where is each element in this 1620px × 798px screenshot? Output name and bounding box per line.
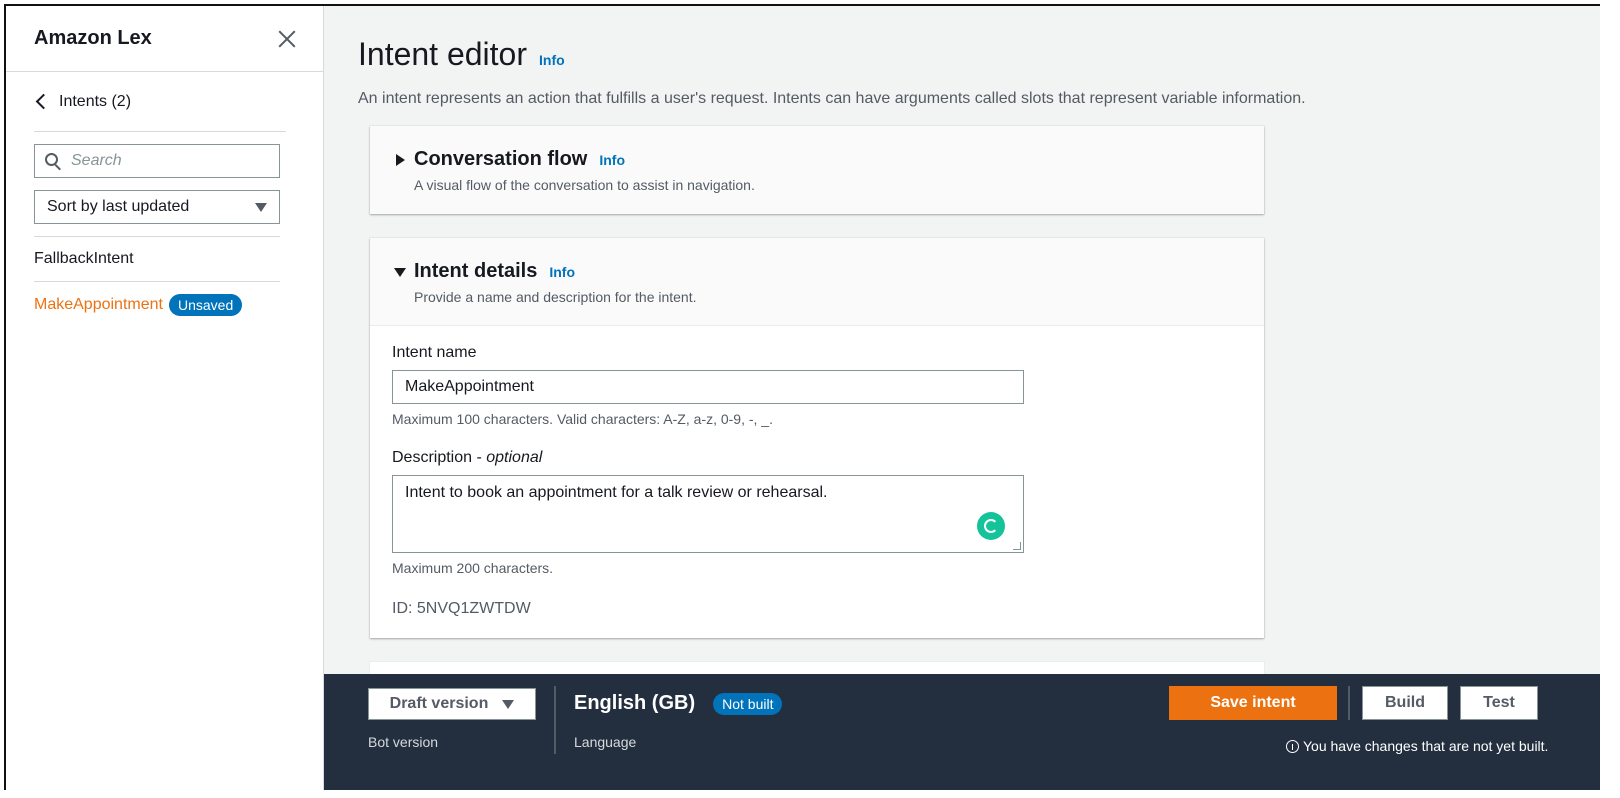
search-icon <box>45 153 61 171</box>
language-caption: Language <box>574 734 637 750</box>
intent-item-label: MakeAppointment <box>34 295 163 313</box>
conversation-flow-title[interactable]: Conversation flow Info <box>414 148 1264 171</box>
resize-handle-icon[interactable] <box>1013 542 1021 550</box>
build-button[interactable]: Build <box>1362 686 1448 720</box>
back-link-label: Intents (2) <box>59 92 132 110</box>
grammarly-icon[interactable] <box>977 512 1005 540</box>
build-status-badge: Not built <box>713 692 783 715</box>
intent-name-input[interactable]: MakeAppointment <box>392 370 1024 404</box>
intent-details-title-text: Intent details <box>414 260 538 282</box>
description-value: Intent to book an appointment for a talk… <box>405 484 828 501</box>
intent-details-subtitle: Provide a name and description for the i… <box>414 289 697 305</box>
back-to-intents-link[interactable]: Intents (2) <box>34 86 286 132</box>
intent-details-body: Intent name MakeAppointment Maximum 100 … <box>370 326 1264 638</box>
intent-item-label: FallbackIntent <box>34 250 134 267</box>
conversation-flow-subtitle: A visual flow of the conversation to ass… <box>414 177 755 193</box>
page-info-link[interactable]: Info <box>539 52 565 68</box>
description-textarea[interactable]: Intent to book an appointment for a talk… <box>392 475 1024 553</box>
page-title: Intent editor Info <box>358 36 565 73</box>
unsaved-badge: Unsaved <box>168 293 243 316</box>
caret-right-icon <box>396 154 405 166</box>
language-display: English (GB) Not built <box>574 692 783 715</box>
description-label: Description - optional <box>392 449 1264 467</box>
sidebar-title: Amazon Lex <box>34 27 152 49</box>
sort-select[interactable]: Sort by last updated <box>34 190 280 224</box>
bot-version-label: Draft version <box>389 695 489 712</box>
divider <box>1348 686 1350 720</box>
page-title-text: Intent editor <box>358 36 527 72</box>
conversation-flow-info-link[interactable]: Info <box>599 152 625 168</box>
conversation-flow-title-text: Conversation flow <box>414 148 588 170</box>
intent-id: ID: 5NVQ1ZWTDW <box>392 600 531 617</box>
caret-down-icon <box>255 202 267 212</box>
intent-details-info-link[interactable]: Info <box>549 264 575 280</box>
intent-details-header[interactable]: Intent details Info Provide a name and d… <box>370 238 1264 326</box>
sidebar-header: Amazon Lex <box>6 6 323 72</box>
sort-select-label: Sort by last updated <box>47 198 190 215</box>
intent-name-label: Intent name <box>392 344 477 361</box>
conversation-flow-panel: Conversation flow Info A visual flow of … <box>370 126 1264 214</box>
caret-down-icon <box>394 268 406 277</box>
intent-item-makeappointment[interactable]: MakeAppointment Unsaved <box>34 282 280 327</box>
description-hint: Maximum 200 characters. <box>392 560 554 576</box>
main-content: Intent editor Info An intent represents … <box>324 6 1600 790</box>
search-input[interactable] <box>71 152 261 170</box>
close-icon[interactable] <box>277 29 297 49</box>
unbuilt-changes-note: You have changes that are not yet built. <box>1286 738 1548 754</box>
chevron-left-icon <box>35 93 52 110</box>
unbuilt-changes-text: You have changes that are not yet built. <box>1303 738 1549 754</box>
test-button[interactable]: Test <box>1460 686 1538 720</box>
intent-name-value: MakeAppointment <box>405 378 534 395</box>
intent-search <box>34 144 280 178</box>
bot-version-dropdown[interactable]: Draft version <box>368 688 536 720</box>
info-circle-icon <box>1286 739 1299 753</box>
bot-version-caption: Bot version <box>368 734 439 750</box>
description-label-text: Description - <box>392 449 487 466</box>
intent-details-title[interactable]: Intent details Info <box>414 260 1264 283</box>
divider <box>554 686 556 754</box>
intent-item-fallback[interactable]: FallbackIntent <box>34 237 280 282</box>
description-optional-label: optional <box>486 449 543 466</box>
conversation-flow-header[interactable]: Conversation flow Info A visual flow of … <box>370 126 1264 214</box>
bottom-bar: Draft version Bot version English (GB) N… <box>324 674 1600 790</box>
save-intent-button[interactable]: Save intent <box>1169 686 1337 720</box>
sidebar: Amazon Lex Intents (2) Sort by last upda… <box>6 6 324 790</box>
caret-down-icon <box>502 699 515 709</box>
app-window: Amazon Lex Intents (2) Sort by last upda… <box>4 4 1600 790</box>
intent-name-hint: Maximum 100 characters. Valid characters… <box>392 411 773 427</box>
language-label: English (GB) <box>574 692 696 714</box>
intent-details-panel: Intent details Info Provide a name and d… <box>370 238 1264 638</box>
page-description: An intent represents an action that fulf… <box>358 90 1306 107</box>
